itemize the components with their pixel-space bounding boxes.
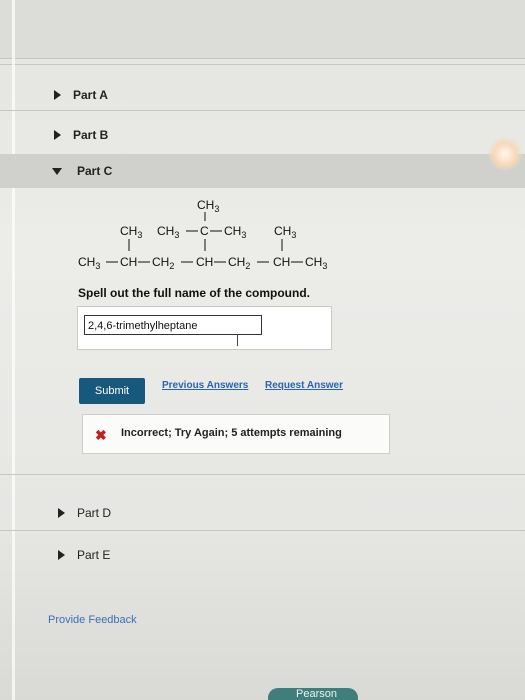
light-glare [488, 137, 522, 171]
collapse-arrow-icon [52, 168, 62, 175]
part-d-header[interactable]: Part D [44, 496, 514, 532]
expand-arrow-icon [58, 508, 65, 518]
branch-ch3-left: CH3 [120, 224, 142, 240]
provide-feedback-link[interactable]: Provide Feedback [48, 614, 137, 626]
expand-arrow-icon [54, 90, 61, 100]
part-a-label: Part A [73, 88, 108, 102]
branch-ch3-right: CH3 [274, 224, 296, 240]
expand-arrow-icon [54, 130, 61, 140]
feedback-text: Incorrect; Try Again; 5 attempts remaini… [121, 427, 342, 439]
brand-label: Pearson [296, 688, 337, 700]
chain-ch-2: CH [120, 255, 137, 269]
part-a-header[interactable]: Part A [40, 78, 510, 114]
chain-ch-4: CH [196, 255, 213, 269]
top-band [0, 0, 525, 58]
previous-answers-link[interactable]: Previous Answers [162, 380, 248, 391]
submit-button[interactable]: Submit [79, 378, 145, 404]
divider [0, 64, 525, 65]
branch-ch3-mid-left: CH3 [157, 224, 179, 240]
chain-ch3-1: CH3 [78, 255, 100, 271]
chain-ch2-5: CH2 [228, 255, 250, 271]
part-e-header[interactable]: Part E [44, 538, 514, 574]
part-b-label: Part B [73, 128, 109, 142]
text-cursor-icon [237, 334, 238, 346]
part-d-label: Part D [77, 506, 112, 520]
question-prompt: Spell out the full name of the compound. [78, 286, 310, 300]
page: Part A Part B Part C CH3 CH3 CH3 C CH3 C… [0, 0, 525, 700]
chain-ch-6: CH [273, 255, 290, 269]
part-e-label: Part E [77, 548, 111, 562]
quaternary-c: C [200, 224, 209, 238]
pearson-logo: Pearson [268, 688, 358, 700]
request-answer-link[interactable]: Request Answer [265, 380, 343, 391]
answer-input[interactable]: 2,4,6-trimethylheptane [84, 315, 262, 335]
top-ch3: CH3 [197, 198, 219, 214]
expand-arrow-icon [58, 550, 65, 560]
divider [0, 110, 525, 111]
chain-ch3-7: CH3 [305, 255, 327, 271]
chain-ch2-3: CH2 [152, 255, 174, 271]
part-c-label: Part C [77, 164, 113, 178]
part-b-header[interactable]: Part B [40, 118, 510, 154]
part-c-header[interactable]: Part C [0, 154, 525, 188]
divider [0, 474, 525, 475]
divider [0, 530, 525, 531]
branch-ch3-mid-right: CH3 [224, 224, 246, 240]
divider [0, 58, 525, 59]
left-edge [12, 0, 15, 700]
structural-formula: CH3 CH3 CH3 C CH3 CH3 CH3 CH CH2 CH CH2 [74, 195, 374, 275]
x-icon: ✖ [95, 427, 107, 443]
